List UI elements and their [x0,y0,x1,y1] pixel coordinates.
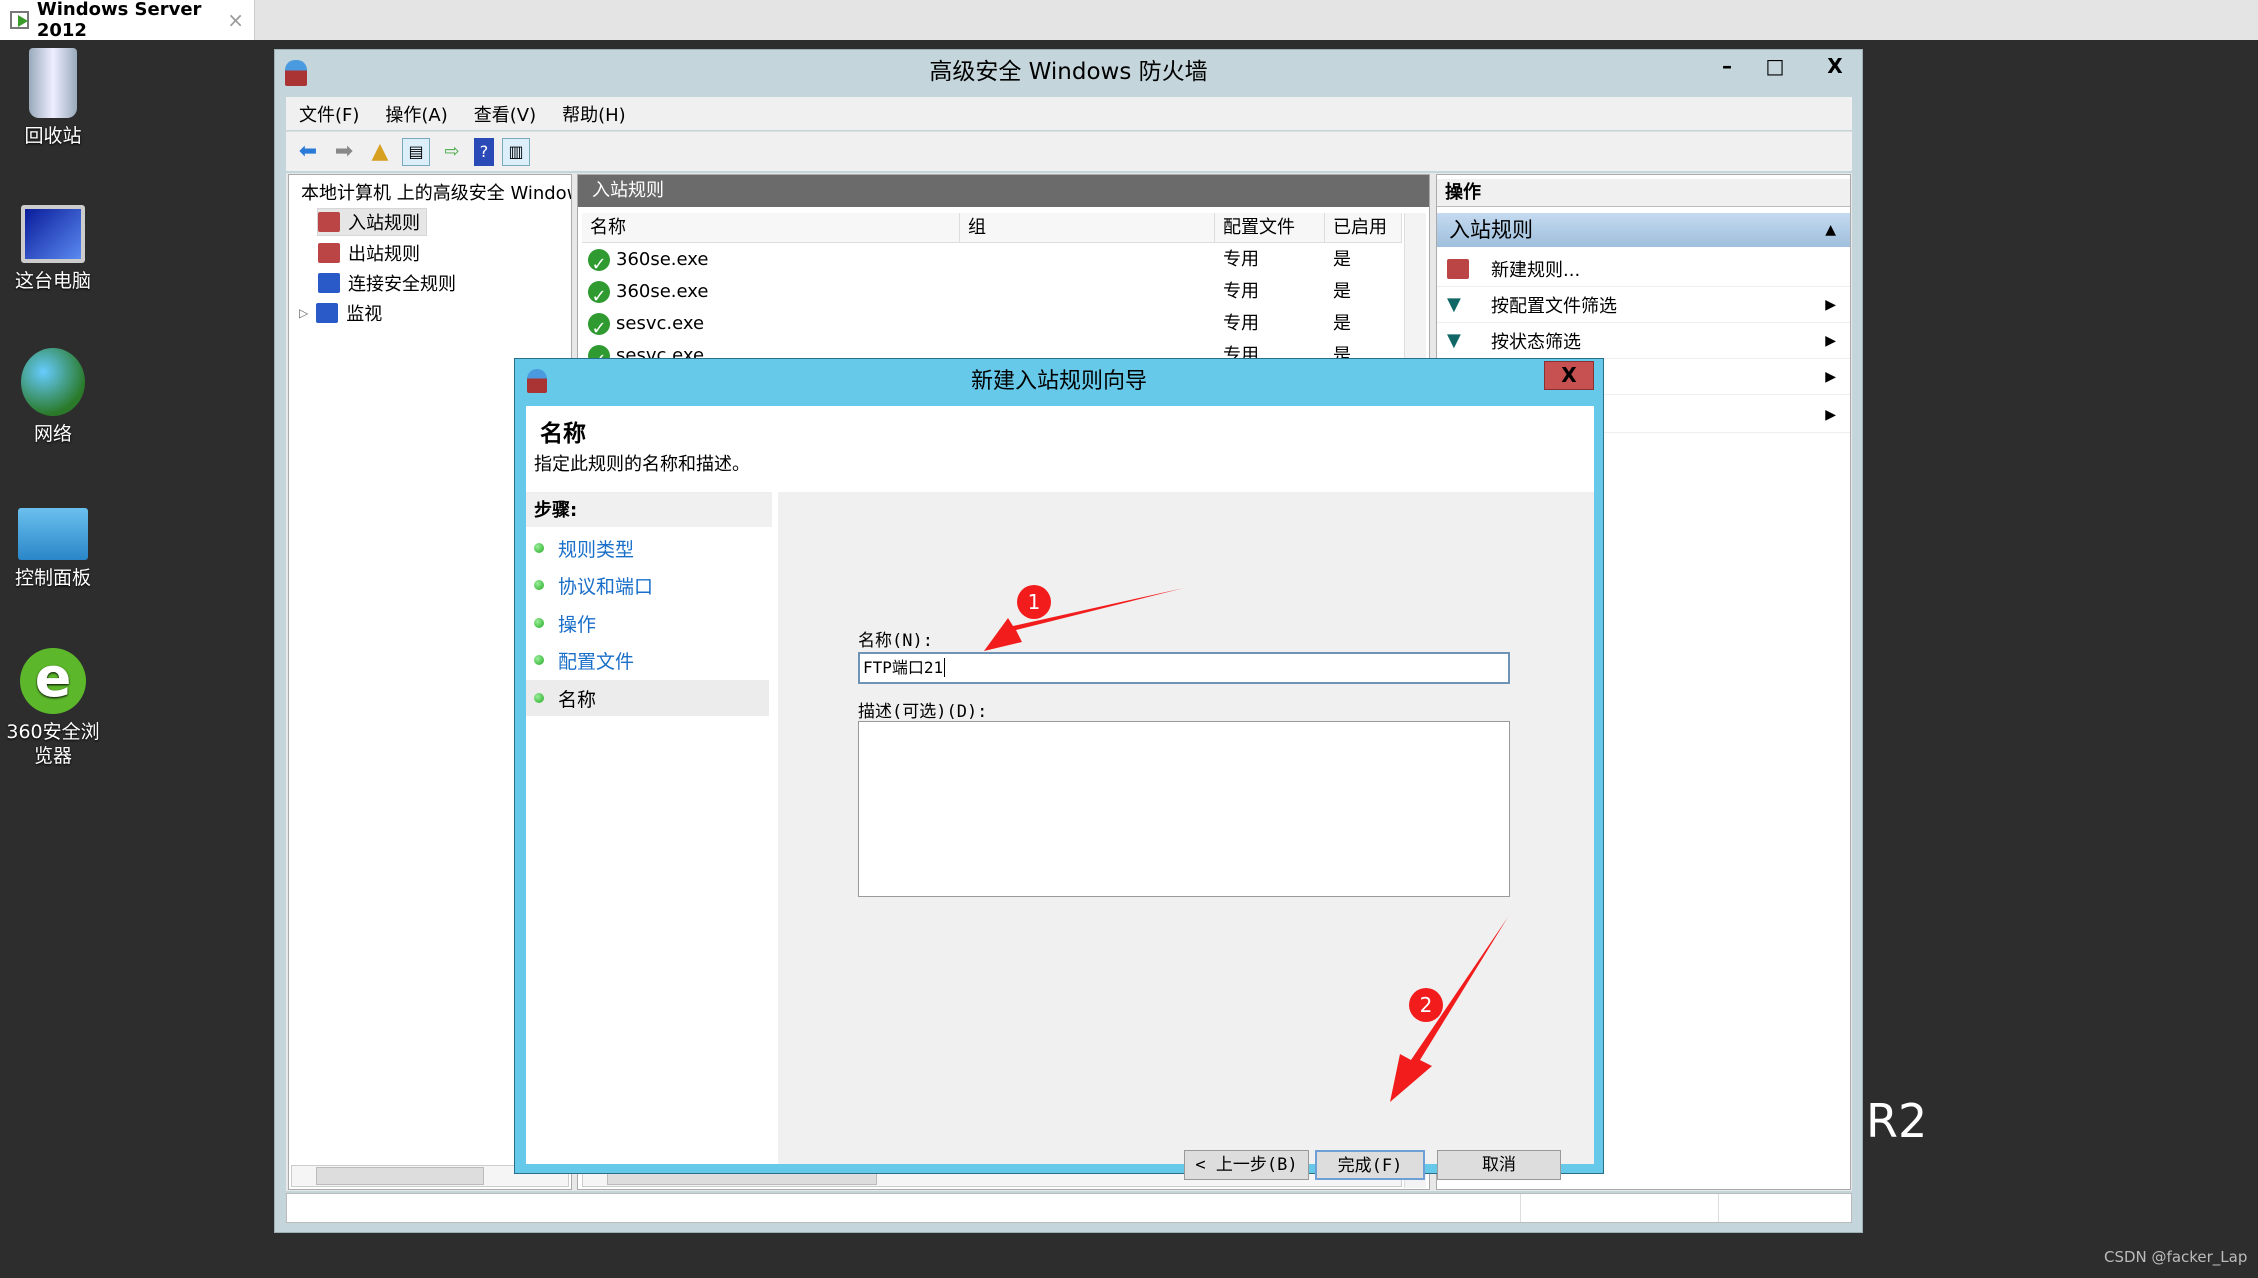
annotation-overlay [984,588,1508,1102]
annotation-badge-2: 2 [1409,988,1443,1022]
annotation-badge-1: 1 [1017,585,1051,619]
annotation-arrow-2 [1390,917,1508,1102]
annotation-arrow-1 [984,588,1184,651]
watermark: CSDN @facker_Lap [2104,1248,2248,1266]
